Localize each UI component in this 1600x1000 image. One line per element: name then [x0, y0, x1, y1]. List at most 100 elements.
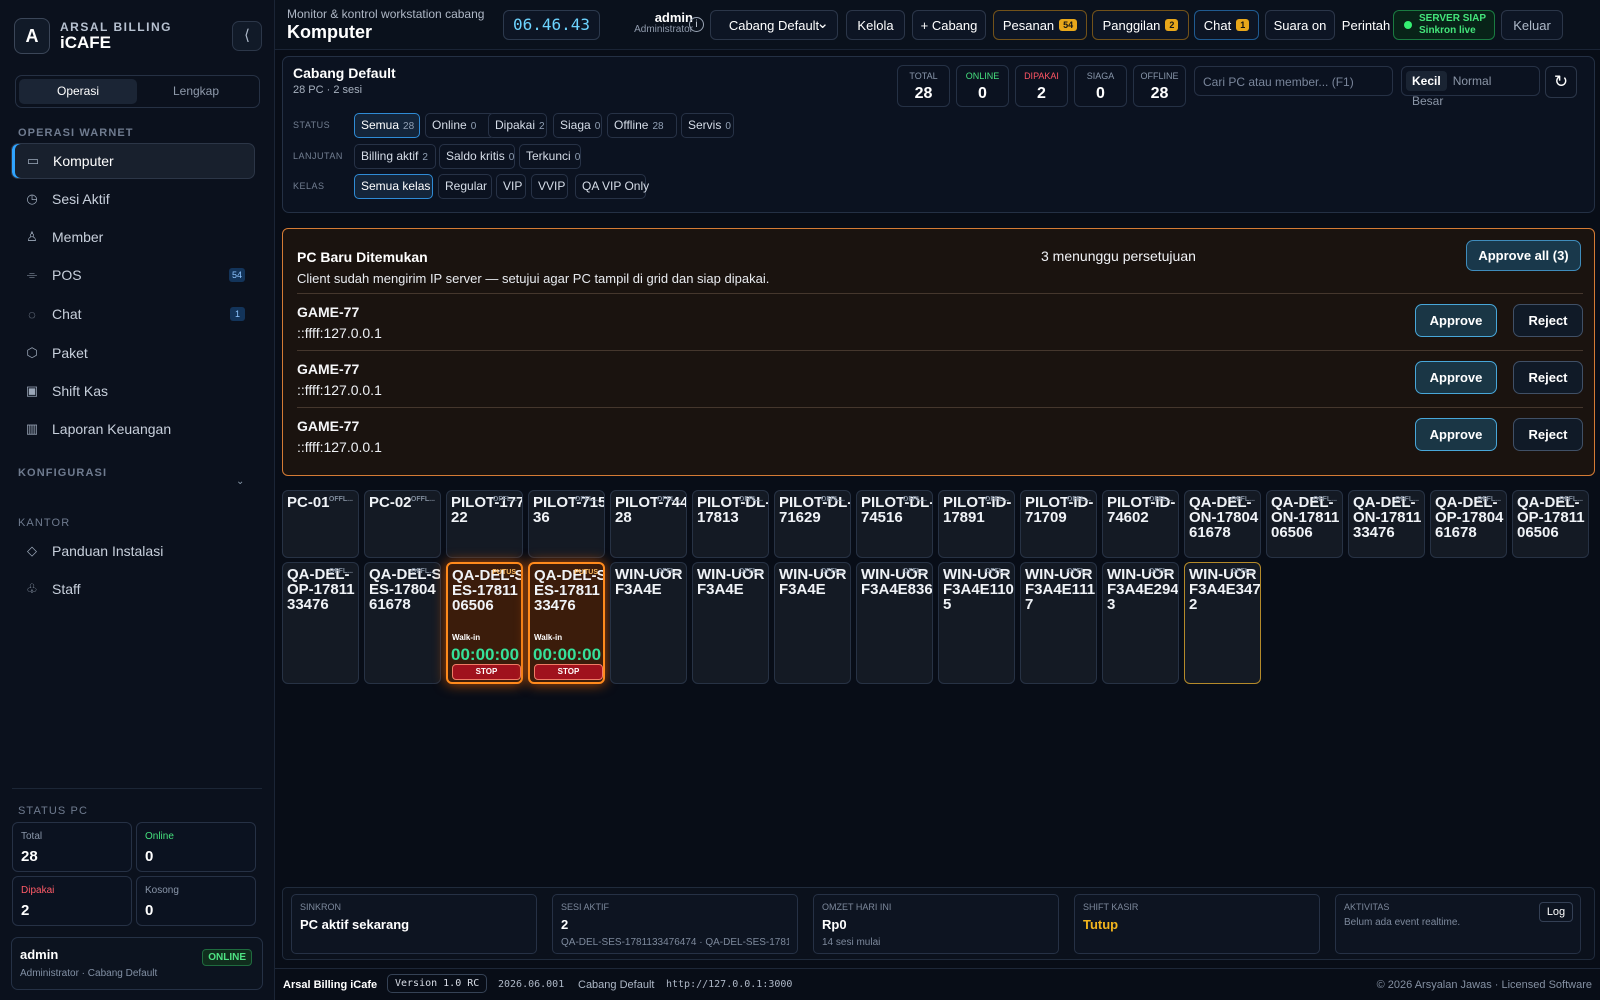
- pc-tile[interactable]: WIN-UORF3A4E OFFL...: [610, 562, 687, 684]
- pc-tile[interactable]: WIN-UORF3A4E836 OFFL...: [856, 562, 933, 684]
- kpi-value: 2: [1037, 85, 1046, 102]
- pc-tile[interactable]: PILOT-DL-17813 OFFL...: [692, 490, 769, 558]
- status-filter-dipakai[interactable]: Dipakai 2: [488, 113, 547, 138]
- pc-tile[interactable]: PILOT-17722 OFFL...: [446, 490, 523, 558]
- sidebar-item-komputer[interactable]: ▭ Komputer: [11, 143, 255, 179]
- branch-select[interactable]: Cabang Default: [710, 10, 838, 40]
- pc-tile[interactable]: QA-DEL-SES-1780461678 OFFL...: [364, 562, 441, 684]
- search-input[interactable]: Cari PC atau member... (F1): [1194, 66, 1393, 96]
- pc-tile[interactable]: QA-DEL-SES-1781106506 PUTUS Walk-in 00:00:0…: [446, 562, 523, 684]
- approve-all-button[interactable]: Approve all (3): [1466, 240, 1581, 271]
- pc-tile[interactable]: PILOT-ID-74602 OFFL...: [1102, 490, 1179, 558]
- logout-button[interactable]: Keluar: [1501, 10, 1563, 40]
- pc-tile[interactable]: QA-DEL-ON-1780461678 OFFL...: [1184, 490, 1261, 558]
- class-filter-vvip[interactable]: VVIP: [531, 174, 568, 199]
- pc-tile[interactable]: PILOT-DL-74516 OFFL...: [856, 490, 933, 558]
- status-filter-offline[interactable]: Offline 28: [607, 113, 677, 138]
- sidebar-item-sesi-aktif[interactable]: ◷ Sesi Aktif: [11, 181, 255, 217]
- refresh-icon[interactable]: ↻: [1545, 66, 1577, 98]
- chevron-down-icon[interactable]: ⌄: [236, 476, 244, 487]
- info-icon[interactable]: i: [689, 17, 704, 32]
- sidebar-item-member[interactable]: ♙ Member: [11, 219, 255, 255]
- status-filter-servis[interactable]: Servis 0: [681, 113, 734, 138]
- reject-button[interactable]: Reject: [1513, 304, 1583, 337]
- size-kecil-button[interactable]: Kecil: [1406, 71, 1447, 91]
- mode-lengkap-button[interactable]: Lengkap: [137, 79, 255, 104]
- server-status: SERVER SIAP Sinkron live: [1393, 10, 1495, 40]
- kpi-value: 28: [1150, 85, 1169, 102]
- sidebar-item-chat[interactable]: ◌ Chat 1: [11, 296, 255, 332]
- side-stat-value: 28: [21, 848, 38, 865]
- approve-button[interactable]: Approve: [1415, 361, 1497, 394]
- pc-tile[interactable]: WIN-UORF3A4E3472 OFFL...: [1184, 562, 1261, 684]
- approve-button[interactable]: Approve: [1415, 304, 1497, 337]
- sidebar-item-staff[interactable]: ♧ Staff: [11, 571, 255, 607]
- sidebar-item-panduan-instalasi[interactable]: ◇ Panduan Instalasi: [11, 533, 255, 569]
- status-filter-semua[interactable]: Semua 28: [354, 113, 420, 138]
- filter-label: Online: [432, 118, 467, 132]
- pc-tile[interactable]: PC-02 OFFL...: [364, 490, 441, 558]
- sidebar-item-paket[interactable]: ⬡ Paket: [11, 335, 255, 371]
- size-besar-button[interactable]: Besar: [1406, 91, 1449, 111]
- advanced-filter-1[interactable]: Saldo kritis 0: [439, 144, 515, 169]
- pc-tile[interactable]: WIN-UORF3A4E OFFL...: [774, 562, 851, 684]
- pc-tile[interactable]: WIN-UORF3A4E1105 OFFL...: [938, 562, 1015, 684]
- size-normal-button[interactable]: Normal: [1447, 71, 1498, 91]
- status-filter-siaga[interactable]: Siaga 0: [553, 113, 602, 138]
- sidebar-badge: 54: [228, 268, 245, 282]
- side-stat-value: 0: [145, 848, 154, 865]
- pc-tile[interactable]: PILOT-74428 OFFL...: [610, 490, 687, 558]
- pc-tile[interactable]: WIN-UORF3A4E1117 OFFL...: [1020, 562, 1097, 684]
- pc-status: OFFL...: [1558, 496, 1583, 503]
- summary-card-shift-kasir: SHIFT KASIR Tutup: [1074, 894, 1320, 954]
- panggilan-button[interactable]: Panggilan 2: [1092, 10, 1189, 40]
- class-filter-regular[interactable]: Regular: [438, 174, 492, 199]
- pc-status: OFFL...: [328, 496, 353, 503]
- advanced-filter-0[interactable]: Billing aktif 2: [354, 144, 436, 169]
- pc-tile[interactable]: QA-DEL-OP-1780461678 OFFL...: [1430, 490, 1507, 558]
- sidebar-item-laporan-keuangan[interactable]: ▥ Laporan Keuangan: [11, 411, 255, 447]
- class-filter-qa-vip-only[interactable]: QA VIP Only: [575, 174, 649, 199]
- summary-label: SESI AKTIF: [561, 902, 610, 912]
- status-filter-online[interactable]: Online 0: [425, 113, 495, 138]
- class-filter-vip[interactable]: VIP: [496, 174, 526, 199]
- mode-operasi-button[interactable]: Operasi: [19, 79, 137, 104]
- advanced-filter-2[interactable]: Terkunci 0: [519, 144, 581, 169]
- pending-pc-ip: ::ffff:127.0.0.1: [297, 382, 382, 398]
- reject-button[interactable]: Reject: [1513, 361, 1583, 394]
- monitor-icon: ▭: [26, 153, 40, 168]
- kpi-total: TOTAL 28: [897, 65, 950, 107]
- summary-label: SHIFT KASIR: [1083, 902, 1139, 912]
- pc-tile[interactable]: PILOT-ID-71709 OFFL...: [1020, 490, 1097, 558]
- stop-session-button[interactable]: STOP: [452, 664, 521, 680]
- pc-tile[interactable]: WIN-UORF3A4E2943 OFFL...: [1102, 562, 1179, 684]
- command-button[interactable]: Perintah: [1341, 10, 1391, 40]
- pc-tile[interactable]: PC-01 OFFL...: [282, 490, 359, 558]
- add-branch-button[interactable]: + Cabang: [912, 10, 986, 40]
- pending-pc-row: GAME-77::ffff:127.0.0.1 Approve Reject: [297, 350, 1583, 407]
- class-filter-semua-kelas[interactable]: Semua kelas: [354, 174, 433, 199]
- approve-button[interactable]: Approve: [1415, 418, 1497, 451]
- pc-tile[interactable]: WIN-UORF3A4E OFFL...: [692, 562, 769, 684]
- pc-tile[interactable]: PILOT-DL-71629 OFFL...: [774, 490, 851, 558]
- page-title: Komputer: [287, 22, 372, 42]
- pc-tile[interactable]: QA-DEL-ON-1781133476 OFFL...: [1348, 490, 1425, 558]
- pesanan-button[interactable]: Pesanan 54: [993, 10, 1087, 40]
- collapse-sidebar-button[interactable]: ⟨: [232, 21, 262, 51]
- filter-count: 2: [422, 152, 428, 163]
- sidebar-item-shift-kas[interactable]: ▣ Shift Kas: [11, 373, 255, 409]
- kelola-button[interactable]: Kelola: [846, 10, 905, 40]
- log-button[interactable]: Log: [1539, 902, 1573, 922]
- chat-button[interactable]: Chat 1: [1194, 10, 1259, 40]
- pc-tile[interactable]: QA-DEL-ON-1781106506 OFFL...: [1266, 490, 1343, 558]
- sidebar-item-pos[interactable]: ⌯ POS 54: [11, 257, 255, 293]
- filter-label: Semua: [361, 118, 400, 132]
- pc-tile[interactable]: QA-DEL-OP-1781106506 OFFL...: [1512, 490, 1589, 558]
- pc-tile[interactable]: PILOT-71536 OFFL...: [528, 490, 605, 558]
- pc-tile[interactable]: QA-DEL-SES-1781133476 PUTUS Walk-in 00:00:0…: [528, 562, 605, 684]
- sound-toggle[interactable]: Suara on: [1265, 10, 1335, 40]
- pc-tile[interactable]: PILOT-ID-17891 OFFL...: [938, 490, 1015, 558]
- pc-tile[interactable]: QA-DEL-OP-1781133476 OFFL...: [282, 562, 359, 684]
- reject-button[interactable]: Reject: [1513, 418, 1583, 451]
- stop-session-button[interactable]: STOP: [534, 664, 603, 680]
